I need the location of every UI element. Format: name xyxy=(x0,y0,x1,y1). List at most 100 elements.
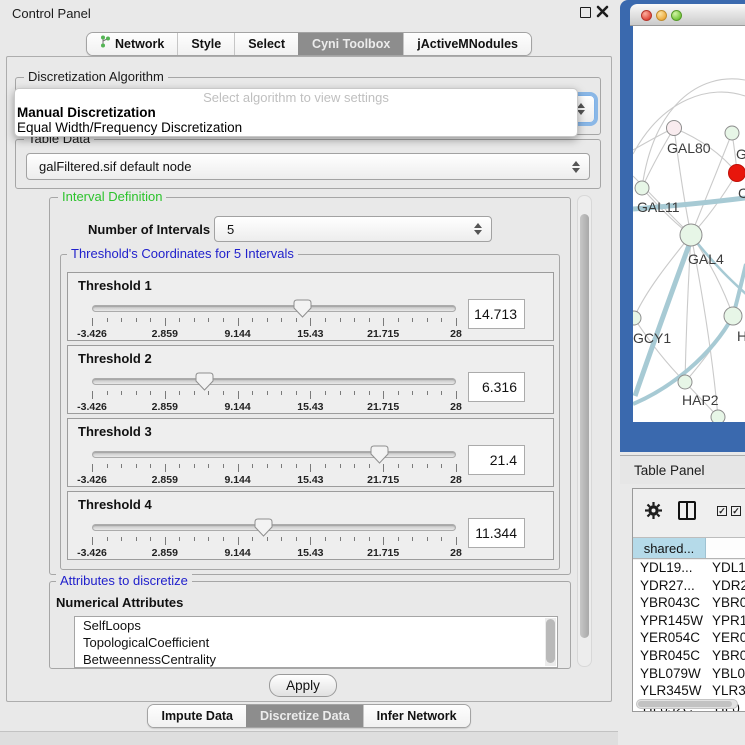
algorithm-option[interactable]: Equal Width/Frequency Discretization xyxy=(15,120,577,135)
tab-label: Style xyxy=(191,33,221,55)
network-edge[interactable] xyxy=(634,235,691,318)
network-node-label: GAL4 xyxy=(688,251,724,267)
gear-icon[interactable] xyxy=(645,502,662,524)
attributes-scrollbar[interactable] xyxy=(545,618,556,666)
network-window-titlebar[interactable] xyxy=(630,4,745,26)
slider-track[interactable] xyxy=(92,451,456,458)
table-row[interactable]: YDL19...YDL1 xyxy=(633,560,745,578)
network-node-label: C xyxy=(738,185,745,201)
table-row[interactable]: YPR145WYPR1 xyxy=(633,613,745,631)
table-rows: YDL19...YDL1YDR27...YDR2YBR043CYBR0YPR14… xyxy=(633,560,745,712)
interval-definition-label: Interval Definition xyxy=(58,189,166,204)
threshold-label: Threshold 2 xyxy=(78,351,152,366)
slider-thumb[interactable] xyxy=(293,299,312,323)
algorithm-placeholder-option[interactable]: Select algorithm to view settings xyxy=(15,90,577,105)
network-edge[interactable] xyxy=(642,128,674,188)
threshold-slider[interactable]: -3.4262.8599.14415.4321.71528 xyxy=(88,370,460,412)
network-window: GAL80GACGAL11GAL4GCY1HHAP2 xyxy=(620,0,745,452)
threshold-slider[interactable]: -3.4262.8599.14415.4321.71528 xyxy=(88,443,460,485)
discretization-algorithm-label: Discretization Algorithm xyxy=(24,69,168,84)
network-node-label: GAL11 xyxy=(637,199,680,215)
window-title: Control Panel xyxy=(12,6,91,21)
table-data-select[interactable]: galFiltered.sif default node xyxy=(26,153,590,180)
table-panel-titlebar: Table Panel xyxy=(620,455,745,484)
column-header-name[interactable]: n xyxy=(706,538,745,558)
select-columns-icon[interactable]: ✓ xyxy=(717,506,727,516)
attribute-list-item[interactable]: SelfLoops xyxy=(75,617,557,634)
threshold-panel: Threshold 4-3.4262.8599.14415.4321.71528… xyxy=(67,491,554,560)
tab-discretize-data[interactable]: Discretize Data xyxy=(246,705,363,727)
tab-label: Infer Network xyxy=(377,705,457,727)
slider-track[interactable] xyxy=(92,378,456,385)
slider-tick-labels: -3.4262.8599.14415.4321.71528 xyxy=(92,547,456,559)
slider-track[interactable] xyxy=(92,524,456,531)
attribute-list-item[interactable]: TopologicalCoefficient xyxy=(75,634,557,651)
tab-jactivemnodules[interactable]: jActiveMNodules xyxy=(403,33,531,55)
float-window-icon[interactable] xyxy=(580,7,591,18)
combo-arrows-icon xyxy=(571,161,580,173)
table-row[interactable]: YBL079WYBL0 xyxy=(633,666,745,684)
thresholds-group-label: Threshold's Coordinates for 5 Intervals xyxy=(67,246,298,261)
attribute-list-item[interactable]: BetweennessCentrality xyxy=(75,651,557,668)
table-row[interactable]: YBR045CYBR0 xyxy=(633,648,745,666)
right-column: GAL80GACGAL11GAL4GCY1HHAP2 Table Panel ✓… xyxy=(620,0,745,745)
interval-definition-groupbox: Interval Definition Number of Intervals … xyxy=(49,197,571,575)
tab-impute-data[interactable]: Impute Data xyxy=(148,705,246,727)
slider-track[interactable] xyxy=(92,305,456,312)
network-node[interactable] xyxy=(667,121,682,136)
attributes-group-label: Attributes to discretize xyxy=(56,573,192,588)
threshold-panel: Threshold 3-3.4262.8599.14415.4321.71528… xyxy=(67,418,554,487)
network-node[interactable] xyxy=(725,126,739,140)
select-all-columns-icon[interactable]: ✓ xyxy=(731,506,741,516)
tab-infer-network[interactable]: Infer Network xyxy=(363,705,470,727)
table-hscrollbar[interactable] xyxy=(636,699,738,709)
algorithm-option[interactable]: Manual Discretization xyxy=(15,105,577,120)
threshold-value-field[interactable]: 21.4 xyxy=(468,445,525,475)
split-columns-icon[interactable] xyxy=(678,501,696,520)
slider-tick-labels: -3.4262.8599.14415.4321.71528 xyxy=(92,474,456,486)
network-node[interactable] xyxy=(633,311,641,325)
network-node[interactable] xyxy=(680,224,702,246)
threshold-slider[interactable]: -3.4262.8599.14415.4321.71528 xyxy=(88,297,460,339)
tab-label: Discretize Data xyxy=(260,705,350,727)
tab-network[interactable]: Network xyxy=(87,33,177,55)
tab-select[interactable]: Select xyxy=(234,33,298,55)
settings-scrollbar[interactable] xyxy=(577,195,592,667)
threshold-panel: Threshold 1-3.4262.8599.14415.4321.71528… xyxy=(67,272,554,341)
slider-ticks xyxy=(92,537,456,546)
number-of-intervals-value: 5 xyxy=(215,222,473,237)
threshold-value-field[interactable]: 11.344 xyxy=(468,518,525,548)
threshold-value-field[interactable]: 6.316 xyxy=(468,372,525,402)
number-of-intervals-select[interactable]: 5 xyxy=(214,216,492,242)
threshold-value-field[interactable]: 14.713 xyxy=(468,299,525,329)
tab-style[interactable]: Style xyxy=(177,33,234,55)
zoom-traffic-light-icon[interactable] xyxy=(671,10,682,21)
slider-thumb[interactable] xyxy=(370,445,389,469)
tab-cyni-toolbox[interactable]: Cyni Toolbox xyxy=(298,33,403,55)
close-icon[interactable] xyxy=(596,5,609,18)
control-panel-titlebar: Control Panel xyxy=(0,0,618,26)
slider-thumb[interactable] xyxy=(195,372,214,396)
table-cell-shared-name: YDR27... xyxy=(633,578,705,596)
close-traffic-light-icon[interactable] xyxy=(641,10,652,21)
slider-ticks xyxy=(92,318,456,327)
slider-ticks xyxy=(92,464,456,473)
network-node[interactable] xyxy=(635,181,649,195)
table-row[interactable]: YDR27...YDR2 xyxy=(633,578,745,596)
table-row[interactable]: YBR043CYBR0 xyxy=(633,595,745,613)
network-node[interactable] xyxy=(711,410,725,422)
control-panel-window: Control Panel Network Style SelectCyni Too… xyxy=(0,0,618,745)
numerical-attributes-list[interactable]: SelfLoopsTopologicalCoefficientBetweenne… xyxy=(74,616,558,668)
slider-thumb[interactable] xyxy=(254,518,273,542)
minimize-traffic-light-icon[interactable] xyxy=(656,10,667,21)
slider-tick-labels: -3.4262.8599.14415.4321.71528 xyxy=(92,328,456,340)
table-row[interactable]: YER054CYER0 xyxy=(633,630,745,648)
threshold-slider[interactable]: -3.4262.8599.14415.4321.71528 xyxy=(88,516,460,558)
network-node[interactable] xyxy=(678,375,692,389)
network-node[interactable] xyxy=(724,307,742,325)
network-node[interactable] xyxy=(729,165,745,182)
network-canvas[interactable]: GAL80GACGAL11GAL4GCY1HHAP2 xyxy=(633,26,745,422)
column-header-shared-name[interactable]: shared... xyxy=(633,538,706,558)
table-cell-name: YBR0 xyxy=(705,648,745,666)
apply-button[interactable]: Apply xyxy=(269,674,337,697)
